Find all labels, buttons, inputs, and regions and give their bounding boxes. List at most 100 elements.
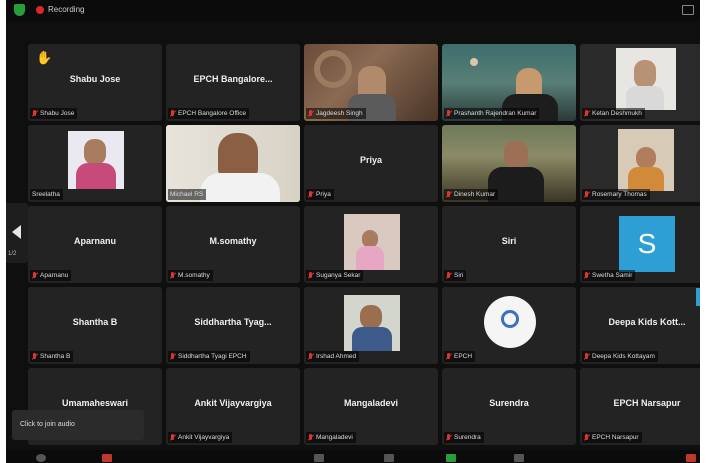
video-icon[interactable] — [102, 454, 112, 462]
participant-video-tile[interactable]: Prashanth Rajendran Kumar — [442, 44, 576, 121]
participant-label-text: Ketan Deshmukh — [592, 110, 642, 117]
participant-label: Ketan Deshmukh — [582, 108, 645, 119]
participant-label-text: EPCH Narsapur — [592, 434, 639, 441]
participant-tile[interactable]: S Swetha Samir — [580, 206, 700, 283]
participant-tile[interactable]: Siri Siri — [442, 206, 576, 283]
participant-label: Swetha Samir — [582, 270, 636, 281]
participant-name: Siri — [501, 236, 517, 246]
participant-label-text: EPCH Bangalore Office — [178, 110, 247, 117]
participant-tile[interactable]: EPCH Bangalore... EPCH Bangalore Office — [166, 44, 300, 121]
muted-mic-icon — [170, 352, 176, 361]
participant-label: Siddhartha Tyagi EPCH — [168, 351, 250, 362]
muted-mic-icon — [308, 352, 314, 361]
participant-name: Shantha B — [72, 317, 118, 327]
participant-video-tile[interactable]: Rosemary Thomas — [580, 125, 700, 202]
participant-label: Siri — [444, 270, 467, 281]
recording-label: Recording — [48, 5, 85, 14]
security-shield-icon[interactable] — [14, 4, 25, 16]
muted-mic-icon — [32, 271, 38, 280]
participant-label-text: Prashanth Rajendran Kumar — [454, 110, 537, 117]
person-silhouette — [504, 141, 528, 169]
participant-tile[interactable]: Ankit Vijayvargiya Ankit Vijayvargiya — [166, 368, 300, 445]
participant-video-tile[interactable]: Sreelatha — [28, 125, 162, 202]
participant-tile[interactable]: Aparnanu Aparnanu — [28, 206, 162, 283]
person-shoulders — [76, 163, 116, 189]
participant-tile[interactable]: Surendra Surendra — [442, 368, 576, 445]
chat-icon[interactable] — [384, 454, 394, 462]
muted-mic-icon — [308, 433, 314, 442]
person-silhouette — [634, 60, 656, 88]
join-audio-button[interactable]: Click to join audio — [12, 410, 144, 440]
participant-video-tile[interactable]: Suganya Sekar — [304, 206, 438, 283]
bottom-toolbar — [6, 450, 700, 463]
participant-tile[interactable]: EPCH — [442, 287, 576, 364]
person-silhouette — [360, 305, 382, 329]
participant-tile[interactable]: Deepa Kids Kott... Deepa Kids Kottayam — [580, 287, 700, 364]
participant-label-text: EPCH — [454, 353, 473, 360]
participant-tile[interactable]: Siddhartha Tyag... Siddhartha Tyagi EPCH — [166, 287, 300, 364]
record-icon[interactable] — [514, 454, 524, 462]
participant-name: Siddhartha Tyag... — [194, 317, 272, 327]
recording-icon — [36, 6, 44, 14]
person-shoulders — [352, 327, 392, 351]
participant-video-tile[interactable]: Ketan Deshmukh — [580, 44, 700, 121]
muted-mic-icon — [446, 352, 452, 361]
participant-label-text: Swetha Samir — [592, 272, 633, 279]
participant-grid: ✋ Shabu Jose Shabu Jose EPCH Bangalore..… — [28, 44, 700, 445]
muted-mic-icon — [584, 190, 590, 199]
participant-tile[interactable]: Priya Priya — [304, 125, 438, 202]
participant-tile[interactable]: Shantha B Shantha B — [28, 287, 162, 364]
participant-video-tile[interactable]: Jagdeesh Singh — [304, 44, 438, 121]
participant-label: EPCH Narsapur — [582, 432, 642, 443]
muted-mic-icon — [446, 109, 452, 118]
participant-label: Dinesh Kumar — [444, 189, 499, 200]
participant-label: Aparnanu — [30, 270, 72, 281]
participant-label-text: Rosemary Thomas — [592, 191, 647, 198]
participant-label-text: Jagdeesh Singh — [316, 110, 363, 117]
participant-label-text: Shabu Jose — [40, 110, 75, 117]
participant-name: Priya — [359, 155, 383, 165]
participant-label-text: Suganya Sekar — [316, 272, 361, 279]
muted-mic-icon — [32, 109, 38, 118]
participant-video-tile[interactable]: Irshad Ahmed — [304, 287, 438, 364]
participant-tile[interactable]: ✋ Shabu Jose Shabu Jose — [28, 44, 162, 121]
participant-label-text: Siri — [454, 272, 464, 279]
participant-video-tile[interactable]: Dinesh Kumar — [442, 125, 576, 202]
participant-label: Shantha B — [30, 351, 74, 362]
arrow-left-icon — [12, 225, 21, 239]
previous-page-button[interactable]: 1/2 — [6, 203, 28, 263]
participant-tile[interactable]: EPCH Narsapur EPCH Narsapur — [580, 368, 700, 445]
participant-name: Mangaladevi — [343, 398, 399, 408]
audio-icon[interactable] — [36, 454, 46, 462]
muted-mic-icon — [32, 352, 38, 361]
raised-hand-icon: ✋ — [36, 50, 53, 65]
participant-name: Shabu Jose — [69, 74, 121, 84]
participant-label-text: Siddhartha Tyagi EPCH — [178, 353, 247, 360]
person-shoulders — [626, 86, 664, 110]
participant-label: EPCH — [444, 351, 476, 362]
participant-label-text: Ankit Vijayvargiya — [178, 434, 230, 441]
page-indicator: 1/2 — [8, 251, 17, 257]
participant-tile[interactable]: M.somathy M.somathy — [166, 206, 300, 283]
participant-name: Surendra — [489, 398, 529, 408]
muted-mic-icon — [584, 352, 590, 361]
share-screen-icon[interactable] — [446, 454, 456, 462]
leave-button[interactable] — [686, 454, 696, 462]
view-layout-button[interactable] — [682, 5, 694, 15]
muted-mic-icon — [308, 271, 314, 280]
participants-icon[interactable] — [314, 454, 324, 462]
participant-label: Deepa Kids Kottayam — [582, 351, 658, 362]
active-speaker-tile[interactable]: Michael RS — [166, 125, 300, 202]
participant-label: Shabu Jose — [30, 108, 78, 119]
participant-label: M.somathy — [168, 270, 213, 281]
muted-mic-icon — [446, 271, 452, 280]
person-silhouette — [636, 147, 656, 169]
participant-tile[interactable]: Mangaladevi Mangaladevi — [304, 368, 438, 445]
person-shoulders — [356, 246, 384, 270]
participant-label-text: Priya — [316, 191, 331, 198]
participant-label-text: Mangaladevi — [316, 434, 353, 441]
participant-label-text: Aparnanu — [40, 272, 69, 279]
avatar: S — [619, 216, 675, 272]
participant-label-text: Deepa Kids Kottayam — [592, 353, 655, 360]
participant-label: Sreelatha — [30, 189, 63, 200]
